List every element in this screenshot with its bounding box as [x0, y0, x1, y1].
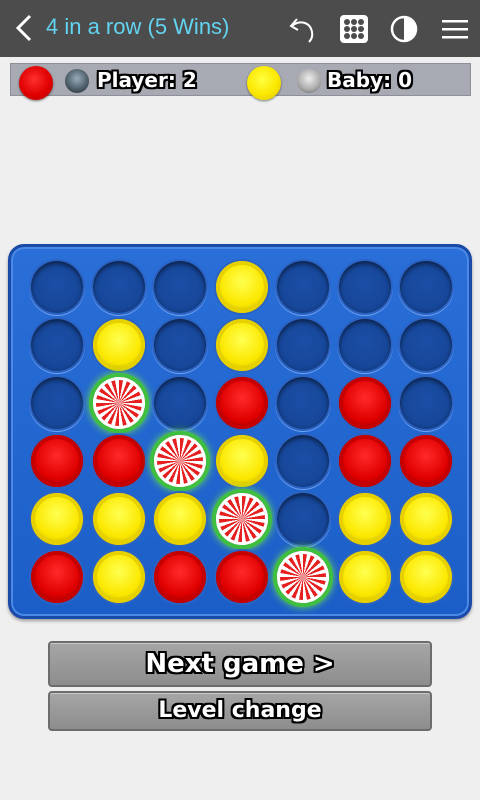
red-disc[interactable]: [215, 377, 268, 429]
player-label: Player:: [97, 68, 176, 92]
empty-slot[interactable]: [31, 319, 83, 371]
yellow-disc[interactable]: [92, 493, 145, 545]
empty-slot[interactable]: [338, 319, 391, 371]
red-disc[interactable]: [338, 377, 391, 429]
player-score-value: 2: [182, 68, 197, 92]
app-bar: 4 in a row (5 Wins): [0, 0, 480, 57]
opponent-score: Baby: 0: [327, 68, 412, 92]
red-disc[interactable]: [400, 435, 452, 487]
empty-slot[interactable]: [400, 261, 452, 313]
yellow-disc[interactable]: [400, 493, 452, 545]
next-game-button[interactable]: Next game >: [48, 641, 432, 687]
empty-slot[interactable]: [277, 435, 329, 487]
opponent-avatar-icon: [297, 69, 321, 93]
player-red-chip: [19, 66, 53, 100]
grid-icon[interactable]: [337, 12, 371, 46]
empty-slot[interactable]: [400, 319, 452, 371]
winning-disc[interactable]: [92, 377, 145, 429]
score-bar: Player: 2 Baby: 0: [10, 63, 471, 100]
yellow-disc[interactable]: [215, 435, 268, 487]
player-score: Player: 2: [97, 68, 197, 92]
empty-slot[interactable]: [277, 377, 329, 429]
opponent-label: Baby:: [327, 68, 392, 92]
level-change-button[interactable]: Level change: [48, 691, 432, 731]
yellow-disc[interactable]: [92, 319, 145, 371]
winning-disc[interactable]: [154, 435, 206, 487]
player-avatar-icon: [65, 69, 89, 93]
yellow-disc[interactable]: [215, 261, 268, 313]
empty-slot[interactable]: [154, 319, 206, 371]
yellow-disc[interactable]: [31, 493, 83, 545]
contrast-icon[interactable]: [387, 12, 421, 46]
winning-disc[interactable]: [277, 551, 329, 603]
winning-disc[interactable]: [215, 493, 268, 545]
red-disc[interactable]: [215, 551, 268, 603]
red-disc[interactable]: [92, 435, 145, 487]
empty-slot[interactable]: [31, 261, 83, 313]
red-disc[interactable]: [31, 435, 83, 487]
yellow-disc[interactable]: [338, 551, 391, 603]
undo-icon[interactable]: [284, 12, 318, 46]
red-disc[interactable]: [338, 435, 391, 487]
opponent-yellow-chip: [247, 66, 281, 100]
back-arrow-icon[interactable]: [8, 11, 42, 45]
yellow-disc[interactable]: [400, 551, 452, 603]
empty-slot[interactable]: [154, 261, 206, 313]
empty-slot[interactable]: [154, 377, 206, 429]
menu-icon[interactable]: [438, 12, 472, 46]
game-board[interactable]: [8, 244, 472, 619]
empty-slot[interactable]: [31, 377, 83, 429]
empty-slot[interactable]: [92, 261, 145, 313]
red-disc[interactable]: [31, 551, 83, 603]
empty-slot[interactable]: [338, 261, 391, 313]
yellow-disc[interactable]: [154, 493, 206, 545]
empty-slot[interactable]: [277, 261, 329, 313]
empty-slot[interactable]: [277, 493, 329, 545]
yellow-disc[interactable]: [338, 493, 391, 545]
yellow-disc[interactable]: [92, 551, 145, 603]
red-disc[interactable]: [154, 551, 206, 603]
opponent-score-value: 0: [398, 68, 412, 92]
empty-slot[interactable]: [400, 377, 452, 429]
app-title: 4 in a row (5 Wins): [46, 14, 230, 39]
yellow-disc[interactable]: [215, 319, 268, 371]
empty-slot[interactable]: [277, 319, 329, 371]
